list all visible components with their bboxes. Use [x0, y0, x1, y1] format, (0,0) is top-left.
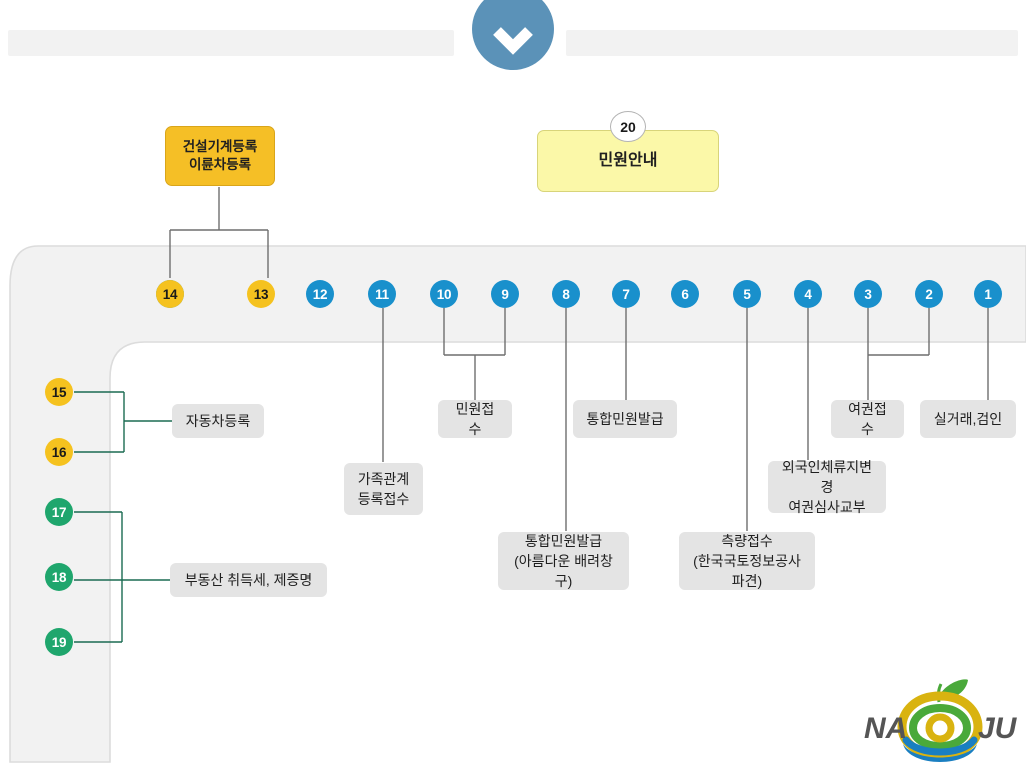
counter-circle-11[interactable]: 11	[368, 280, 396, 308]
service-label-foreigner-passport[interactable]: 외국인체류지변경 여권심사교부	[768, 459, 886, 515]
logo-text-na: NA	[864, 712, 907, 745]
counter-circle-7[interactable]: 7	[612, 280, 640, 308]
counter-circle-19[interactable]: 19	[45, 628, 73, 656]
counter-circle-8[interactable]: 8	[552, 280, 580, 308]
naju-logo: NA JU	[864, 679, 1018, 762]
service-label-vehicle-registration[interactable]: 자동차등록	[172, 404, 264, 438]
counter-circle-18[interactable]: 18	[45, 563, 73, 591]
service-label-family-relation[interactable]: 가족관계 등록접수	[344, 463, 423, 515]
service-label-integrated-issue-care[interactable]: 통합민원발급 (아름다운 배려창구)	[498, 532, 629, 590]
header-bar-left	[8, 30, 454, 56]
process-box-construction-registration[interactable]: 건설기계등록 이륜차등록	[165, 126, 275, 186]
counter-circle-2[interactable]: 2	[915, 280, 943, 308]
header-bar-right	[566, 30, 1018, 56]
service-label-survey-reception[interactable]: 측량접수 (한국국토정보공사파견)	[679, 532, 815, 590]
counter-circle-17[interactable]: 17	[45, 498, 73, 526]
counter-circle-6[interactable]: 6	[671, 280, 699, 308]
counter-circle-3[interactable]: 3	[854, 280, 882, 308]
service-label-passport-reception[interactable]: 여권접수	[831, 400, 904, 438]
counter-circle-15[interactable]: 15	[45, 378, 73, 406]
service-label-realestate-tax[interactable]: 부동산 취득세, 제증명	[170, 563, 327, 597]
counter-badge-20: 20	[610, 111, 646, 142]
logo-text-ju: JU	[978, 712, 1018, 745]
counter-circle-16[interactable]: 16	[45, 438, 73, 466]
page-root: 건설기계등록 이륜차등록 민원안내 20 14 14 13 12 11 10 9…	[0, 0, 1026, 775]
service-label-real-trade-approval[interactable]: 실거래,검인	[920, 400, 1016, 438]
service-label-civil-reception[interactable]: 민원접수	[438, 400, 512, 438]
counter-circle-13[interactable]: 13	[247, 280, 275, 308]
diagram-connectors	[9, 187, 1026, 763]
counter-circle-12[interactable]: 12	[306, 280, 334, 308]
counter-circle-1[interactable]: 1	[974, 280, 1002, 308]
counter-circle-5[interactable]: 5	[733, 280, 761, 308]
chevron-down-icon	[493, 27, 533, 55]
service-label-integrated-issue[interactable]: 통합민원발급	[573, 400, 677, 438]
counter-circle-4[interactable]: 4	[794, 280, 822, 308]
logo-ring-inner-gold	[925, 713, 955, 743]
counter-circle-9[interactable]: 9	[491, 280, 519, 308]
counter-circle-14-badge[interactable]: 14	[156, 280, 184, 308]
counter-circle-10[interactable]: 10	[430, 280, 458, 308]
chevron-down-button[interactable]	[472, 0, 554, 70]
